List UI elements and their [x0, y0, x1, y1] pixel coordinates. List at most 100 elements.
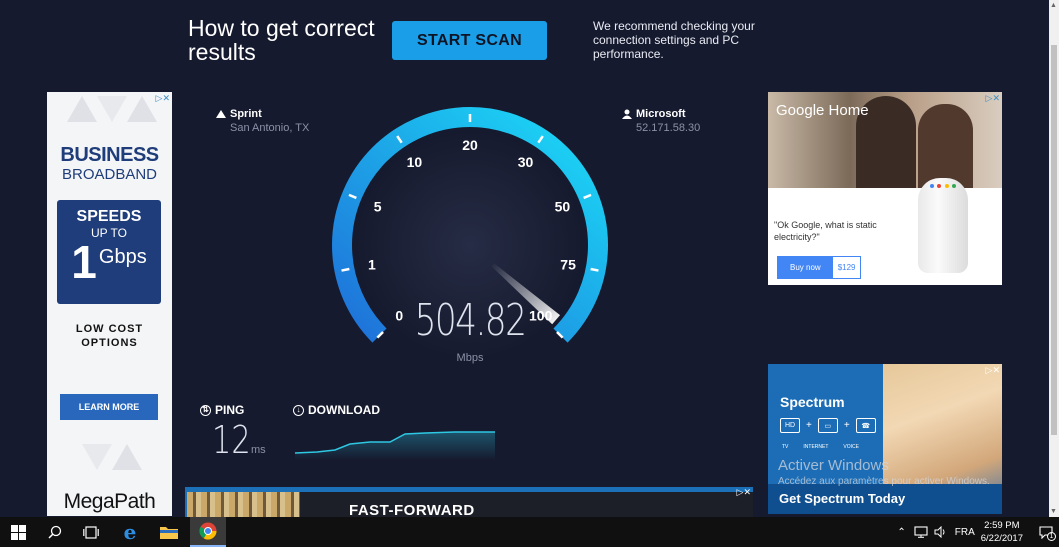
ad-spectrum[interactable]: Spectrum HD + ▭ + ☎ TV INTERNET VOICE Ge…: [768, 364, 1002, 514]
gauge-tick-label: 30: [518, 154, 534, 170]
start-button[interactable]: [0, 517, 36, 547]
chrome-icon: [199, 522, 217, 540]
ad-pattern: [127, 96, 157, 122]
system-tray: ⌃ FRA 2:59 PM 6/22/2017 1: [897, 517, 1059, 547]
signal-icon: [216, 109, 226, 118]
scrollbar-thumb[interactable]: [1051, 45, 1057, 435]
service-captions: TV INTERNET VOICE: [782, 444, 859, 450]
gauge-tick-label: 10: [407, 154, 423, 170]
laptop-icon: ▭: [817, 418, 838, 433]
ad-pattern: [67, 96, 97, 122]
ad-gbps-unit: Gbps: [98, 246, 147, 268]
buy-now-button[interactable]: Buy now: [778, 257, 833, 278]
banner-text: FAST-FORWARD: [349, 502, 475, 517]
ad-title: Google Home: [776, 102, 869, 119]
adchoices-icon[interactable]: ▷✕: [156, 93, 170, 104]
host-info[interactable]: Microsoft 52.171.58.30: [622, 108, 700, 134]
action-center-button[interactable]: 1: [1033, 517, 1059, 547]
caption-internet: INTERNET: [803, 444, 829, 450]
folder-icon: [160, 527, 178, 539]
light-dot: [937, 184, 942, 188]
ping-icon: ⇅: [200, 404, 211, 416]
light-dot: [951, 184, 956, 188]
explorer-taskbar-button[interactable]: [151, 517, 187, 547]
volume-icon[interactable]: [934, 526, 947, 538]
activation-watermark-sub: Accédez aux paramètres pour activer Wind…: [778, 476, 990, 487]
phone-icon: ☎: [855, 418, 876, 433]
ad-speed-box: SPEEDS UP TO 1 Gbps: [57, 200, 161, 304]
ping-value: 12: [212, 418, 251, 462]
light-dot: [944, 184, 949, 188]
banner-ad[interactable]: FAST-FORWARD ▷✕: [185, 487, 753, 517]
network-icon[interactable]: [914, 526, 928, 538]
gauge-tick-label: 75: [560, 257, 576, 273]
ad-gbps-number: 1: [71, 236, 97, 288]
host-name: Microsoft: [636, 108, 686, 120]
scroll-up-icon[interactable]: ▲: [1050, 2, 1057, 9]
isp-info: Sprint San Antonio, TX: [216, 108, 309, 134]
chrome-taskbar-button[interactable]: [190, 517, 226, 547]
edge-taskbar-button[interactable]: e: [112, 517, 148, 547]
learn-more-button[interactable]: LEARN MORE: [60, 394, 158, 420]
ad-speeds-label: SPEEDS: [76, 208, 142, 225]
ad-quote: "Ok Google, what is static electricity?": [774, 220, 877, 242]
gauge-tick-label: 1: [368, 257, 376, 273]
download-area: [295, 432, 495, 460]
ad-low-cost: LOW COST OPTIONS: [75, 323, 144, 349]
ad-google-home[interactable]: Google Home "Ok Google, what is static e…: [768, 92, 1002, 285]
task-view-button[interactable]: [73, 517, 109, 547]
get-spectrum-button[interactable]: Get Spectrum Today: [768, 484, 1002, 514]
ad-subheadline: BROADBAND: [61, 166, 158, 183]
promo-title: How to get correct results: [188, 15, 375, 65]
spectrum-logo: Spectrum: [780, 394, 845, 410]
adchoices-icon[interactable]: ▷✕: [986, 365, 1000, 376]
ad-person: [918, 104, 973, 188]
notification-count: 1: [1047, 532, 1056, 541]
tray-overflow-icon[interactable]: ⌃: [897, 527, 905, 538]
language-indicator[interactable]: FRA: [955, 527, 975, 538]
search-button[interactable]: [37, 517, 73, 547]
caption-voice: VOICE: [843, 444, 859, 450]
ping-label-text: PING: [215, 403, 245, 417]
download-graph: [295, 431, 495, 460]
ping-label: ⇅ PING: [200, 403, 244, 417]
isp-row: Sprint: [216, 108, 309, 120]
scroll-down-icon[interactable]: ▼: [1050, 508, 1057, 515]
gauge-tick: [590, 267, 599, 272]
ad-megapath[interactable]: ▷✕ BUSINESS BROADBAND SPEEDS UP TO 1 Gbp…: [47, 92, 172, 516]
clock[interactable]: 2:59 PM 6/22/2017: [981, 519, 1023, 545]
adchoices-icon[interactable]: ▷✕: [986, 93, 1000, 104]
caption-tv: TV: [782, 444, 789, 450]
service-icons: HD + ▭ + ☎: [780, 418, 876, 433]
download-icon: ↓: [293, 404, 304, 416]
scrollbar[interactable]: ▲ ▼: [1049, 0, 1059, 517]
gauge-tick-label: 50: [555, 199, 571, 215]
plus-icon: +: [843, 420, 850, 431]
download-label: ↓ DOWNLOAD: [293, 403, 380, 417]
ad-gbps: 1 Gbps: [57, 236, 161, 288]
buy-now[interactable]: Buy now $129: [777, 256, 862, 279]
start-scan-button[interactable]: START SCAN: [392, 21, 547, 60]
light-dot: [930, 184, 934, 188]
speed-value: 504.82: [414, 295, 527, 346]
download-label-text: DOWNLOAD: [308, 403, 380, 417]
speaker-lights: [930, 184, 956, 188]
gauge-tick-label: 5: [374, 199, 382, 215]
banner-image: [187, 492, 299, 517]
speaker-image: [918, 178, 968, 273]
gauge-tick-label: 0: [395, 308, 403, 324]
ad-pattern: [112, 444, 142, 470]
tv-icon: HD: [780, 418, 800, 433]
megapath-logo: MegaPath: [63, 490, 156, 513]
windows-icon: [10, 524, 26, 540]
clock-time: 2:59 PM: [984, 520, 1020, 531]
edge-icon: e: [123, 520, 137, 544]
isp-location: San Antonio, TX: [230, 122, 310, 134]
task-view-icon: [83, 525, 99, 539]
gauge-tick-label: 20: [462, 137, 478, 153]
adchoices-icon[interactable]: ▷✕: [737, 487, 751, 498]
gauge-tick: [341, 267, 350, 272]
price-label: $129: [837, 263, 856, 272]
taskbar: e ⌃ FRA 2:59 PM 6/22/2017 1: [0, 517, 1059, 547]
clock-date: 6/22/2017: [980, 533, 1023, 544]
